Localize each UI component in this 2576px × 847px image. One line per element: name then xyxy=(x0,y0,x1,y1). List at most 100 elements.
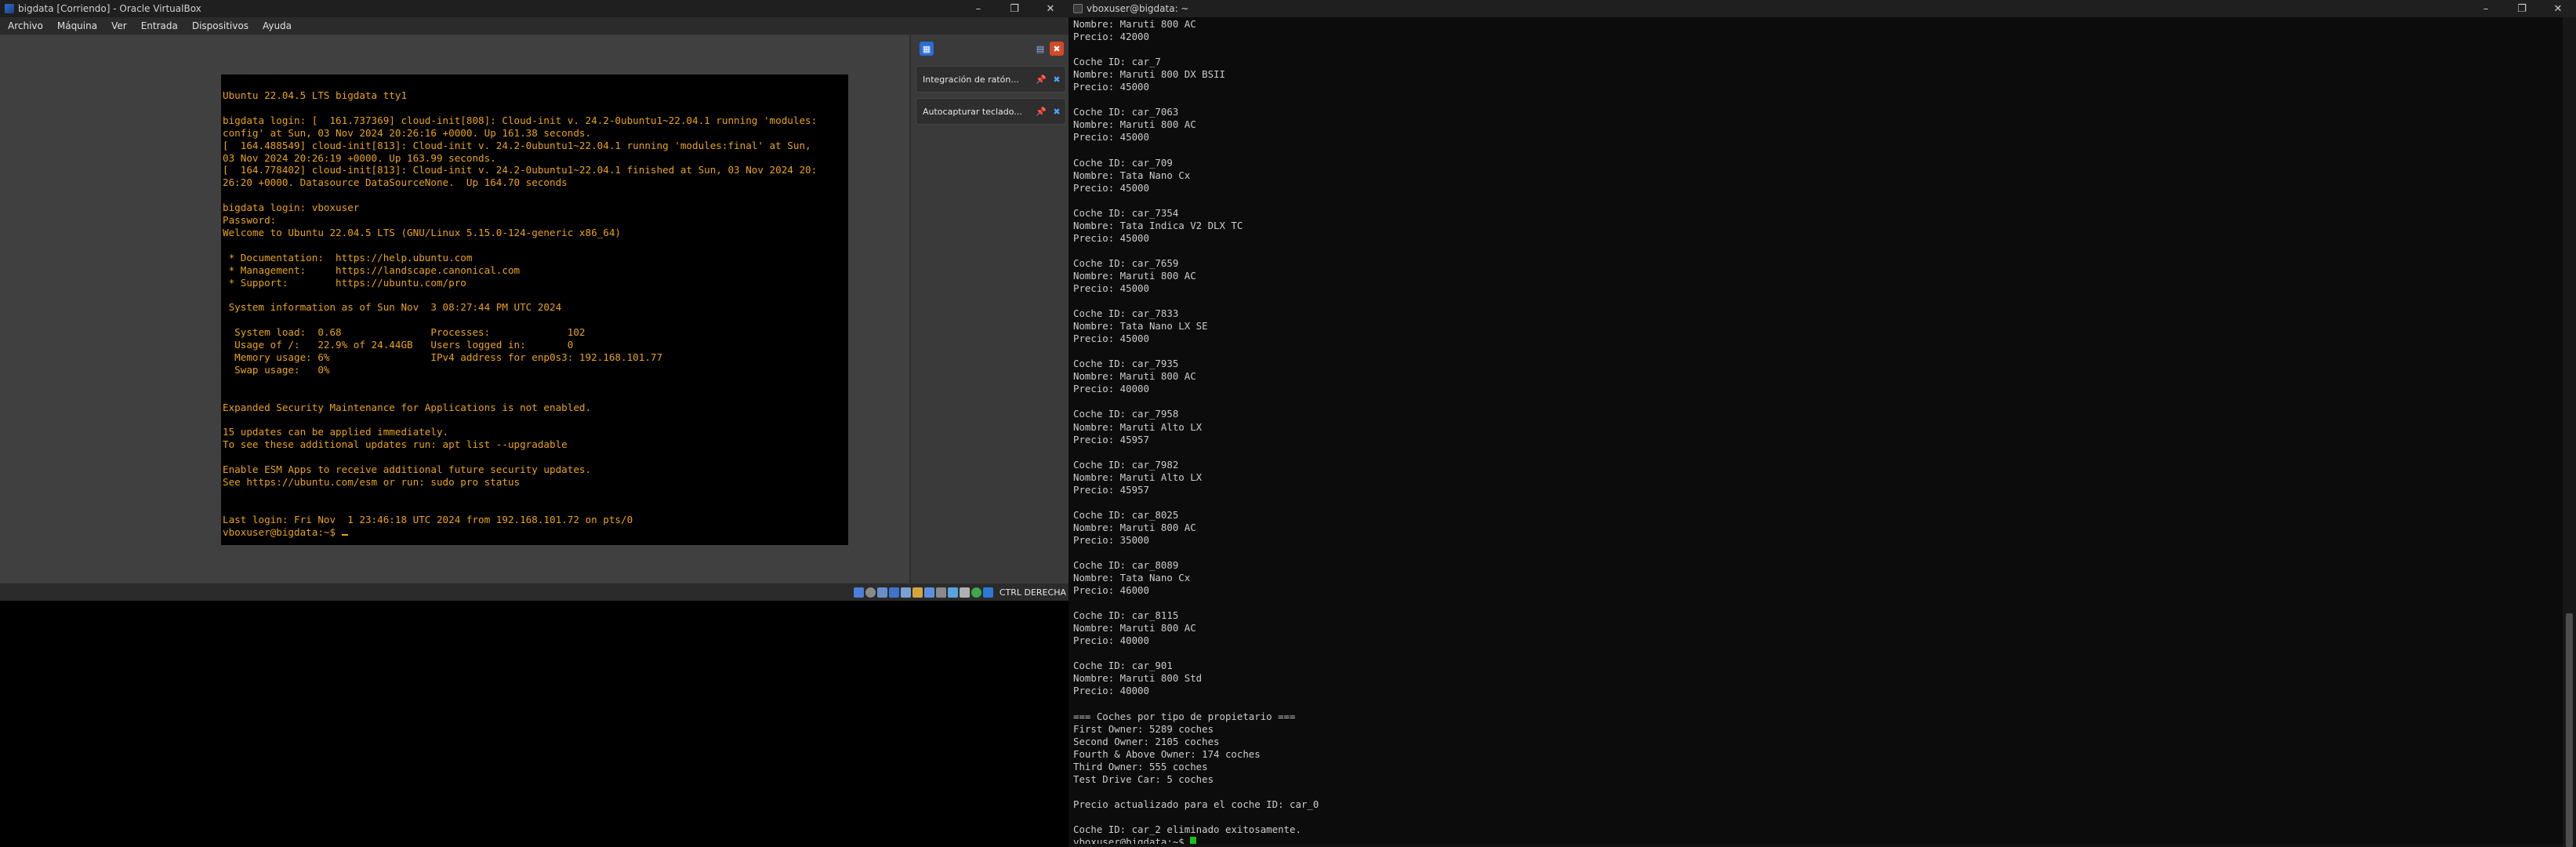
console-line: Swap usage: 0% xyxy=(234,363,330,376)
shared-folders-icon[interactable] xyxy=(912,587,923,598)
mouse-integration-icon[interactable] xyxy=(959,587,970,598)
terminal-title-text: vboxuser@bigdata: ~ xyxy=(1087,3,1189,14)
terminal-line: Precio: 45957 xyxy=(1073,433,1149,445)
vm-console[interactable]: Ubuntu 22.04.5 LTS bigdata tty1 bigdata … xyxy=(221,75,848,545)
terminal-line: Nombre: Tata Nano Cx xyxy=(1073,572,1191,584)
terminal-line: First Owner: 5289 coches xyxy=(1073,722,1214,735)
terminal-line: Nombre: Maruti Alto LX xyxy=(1073,471,1203,483)
terminal-line: Nombre: Maruti 800 AC xyxy=(1073,521,1196,533)
terminal-line: Precio: 45000 xyxy=(1073,131,1149,144)
host-key-icon[interactable] xyxy=(982,587,993,598)
terminal-scrollbar[interactable] xyxy=(2563,17,2576,847)
menu-archivo[interactable]: Archivo xyxy=(0,20,49,31)
close-icon[interactable]: ✕ xyxy=(2540,0,2576,17)
restore-icon[interactable]: ❐ xyxy=(996,0,1032,17)
menu-maquina[interactable]: Máquina xyxy=(49,20,103,31)
terminal-line: Nombre: Maruti 800 AC xyxy=(1073,370,1196,383)
vbox-titlebar[interactable]: bigdata [Corriendo] - Oracle VirtualBox … xyxy=(0,0,1068,17)
vbox-menubar: Archivo Máquina Ver Entrada Dispositivos… xyxy=(0,17,1068,35)
recording-icon[interactable] xyxy=(935,587,946,598)
terminal-line: Nombre: Tata Nano LX SE xyxy=(1073,320,1208,333)
terminal-line: Coche ID: car_7063 xyxy=(1073,106,1179,118)
console-line: Enable ESM Apps to receive additional fu… xyxy=(223,463,592,476)
console-line: Expanded Security Maintenance for Applic… xyxy=(223,401,592,413)
menu-ayuda[interactable]: Ayuda xyxy=(255,20,298,31)
audio-icon[interactable] xyxy=(876,587,887,598)
notification-text: Autocapturar teclado... xyxy=(923,106,1022,117)
console-output: Ubuntu 22.04.5 LTS bigdata tty1 bigdata … xyxy=(223,89,817,525)
virtualbox-app-icon xyxy=(5,4,14,13)
terminal-line: Third Owner: 555 coches xyxy=(1073,760,1208,772)
scrollbar-thumb[interactable] xyxy=(2566,613,2573,847)
terminal-line: Coche ID: car_7935 xyxy=(1073,358,1179,370)
terminal-line: Coche ID: car_7958 xyxy=(1073,408,1179,420)
toggle-panel-icon[interactable]: ▤ xyxy=(1033,42,1047,56)
menu-entrada[interactable]: Entrada xyxy=(133,20,184,31)
vbox-window-controls: – ❐ ✕ xyxy=(960,0,1068,17)
status-icons: CTRL DERECHA xyxy=(853,583,1068,601)
pin-icon[interactable]: 📌 xyxy=(1034,72,1048,86)
taskbar-edge xyxy=(1068,844,2563,847)
terminal-line: Precio: 46000 xyxy=(1073,584,1149,597)
menu-ver[interactable]: Ver xyxy=(103,20,133,31)
console-line: System information as of Sun Nov 3 08:27… xyxy=(228,301,562,314)
clear-notifications-icon[interactable]: ✖ xyxy=(1050,42,1064,56)
terminal-line: Nombre: Maruti 800 AC xyxy=(1073,118,1196,131)
terminal-titlebar[interactable]: vboxuser@bigdata: ~ – ❐ ✕ xyxy=(1068,0,2576,17)
guest-additions-icon[interactable] xyxy=(971,587,981,598)
terminal-line: Coche ID: car_7659 xyxy=(1073,256,1179,269)
network-icon[interactable] xyxy=(888,587,899,598)
close-icon[interactable]: ✖ xyxy=(1050,72,1064,86)
terminal-line: Precio: 45000 xyxy=(1073,181,1149,194)
optical-drive-icon[interactable] xyxy=(865,587,876,598)
terminal-line: Nombre: Tata Indica V2 DLX TC xyxy=(1073,219,1243,231)
terminal-line: Precio: 45000 xyxy=(1073,333,1149,345)
console-line: To see these additional updates run: apt… xyxy=(223,438,568,451)
minimize-icon[interactable]: – xyxy=(960,0,996,17)
console-line: [ 164.488549] cloud-init[813]: Cloud-ini… xyxy=(223,139,811,151)
terminal-line: Nombre: Tata Nano Cx xyxy=(1073,169,1191,181)
terminal-line: === Coches por tipo de propietario === xyxy=(1073,710,1296,722)
close-icon[interactable]: ✕ xyxy=(1032,0,1068,17)
console-line: Last login: Fri Nov 1 23:46:18 UTC 2024 … xyxy=(223,513,633,525)
console-line: Ubuntu 22.04.5 LTS bigdata tty1 xyxy=(223,89,408,101)
console-prompt: vboxuser@bigdata:~$ xyxy=(223,525,342,538)
minimize-icon[interactable]: – xyxy=(2468,0,2504,17)
terminal-line: Coche ID: car_7 xyxy=(1073,56,1161,68)
cpu-icon[interactable] xyxy=(947,587,958,598)
terminal-line: Coche ID: car_8115 xyxy=(1073,609,1179,622)
terminal-app-icon xyxy=(1073,4,1083,13)
terminal-window-controls: – ❐ ✕ xyxy=(2468,0,2576,17)
usb-icon[interactable] xyxy=(900,587,911,598)
terminal-output[interactable]: Nombre: Maruti 800 AC Precio: 42000 Coch… xyxy=(1073,18,2547,847)
virtualbox-window: bigdata [Corriendo] - Oracle VirtualBox … xyxy=(0,0,1068,847)
terminal-window: vboxuser@bigdata: ~ – ❐ ✕ Nombre: Maruti… xyxy=(1068,0,2576,847)
console-line: Welcome to Ubuntu 22.04.5 LTS (GNU/Linux… xyxy=(223,226,621,238)
console-line: Password: xyxy=(223,214,277,227)
terminal-line: Precio: 45957 xyxy=(1073,483,1149,496)
terminal-line: Second Owner: 2105 coches xyxy=(1073,735,1220,747)
notification-center-icon[interactable]: ▦ xyxy=(920,42,934,56)
console-line: System load: 0.68 Processes: 102 xyxy=(234,326,586,339)
terminal-line: Coche ID: car_7982 xyxy=(1073,458,1179,471)
console-line: Memory usage: 6% IPv4 address for enp0s3… xyxy=(234,351,663,364)
hard-disk-icon[interactable] xyxy=(853,587,864,598)
display-icon[interactable] xyxy=(923,587,934,598)
close-icon[interactable]: ✖ xyxy=(1050,104,1064,118)
notification-mouse-integration: Integración de ratón... 📌 ✖ xyxy=(916,66,1066,93)
terminal-title: vboxuser@bigdata: ~ xyxy=(1073,3,1188,14)
terminal-line: Nombre: Maruti 800 AC xyxy=(1073,622,1196,634)
vm-display-area[interactable]: Ubuntu 22.04.5 LTS bigdata tty1 bigdata … xyxy=(0,35,1068,600)
notification-center: ▦ ▤ ✖ Integración de ratón... 📌 ✖ Autoca… xyxy=(911,35,1068,600)
pin-icon[interactable]: 📌 xyxy=(1034,104,1048,118)
terminal-line: Precio: 45000 xyxy=(1073,81,1149,93)
console-line: bigdata login: vboxuser xyxy=(223,202,360,214)
terminal-line: Coche ID: car_8025 xyxy=(1073,508,1179,521)
restore-icon[interactable]: ❐ xyxy=(2504,0,2540,17)
notification-auto-capture-keyboard: Autocapturar teclado... 📌 ✖ xyxy=(916,98,1066,125)
console-line: 03 Nov 2024 20:26:19 +0000. Up 163.99 se… xyxy=(223,151,496,164)
terminal-line: Test Drive Car: 5 coches xyxy=(1073,772,1214,785)
menu-dispositivos[interactable]: Dispositivos xyxy=(184,20,255,31)
console-line: [ 164.778402] cloud-init[813]: Cloud-ini… xyxy=(223,164,818,176)
terminal-line: Precio: 35000 xyxy=(1073,533,1149,546)
